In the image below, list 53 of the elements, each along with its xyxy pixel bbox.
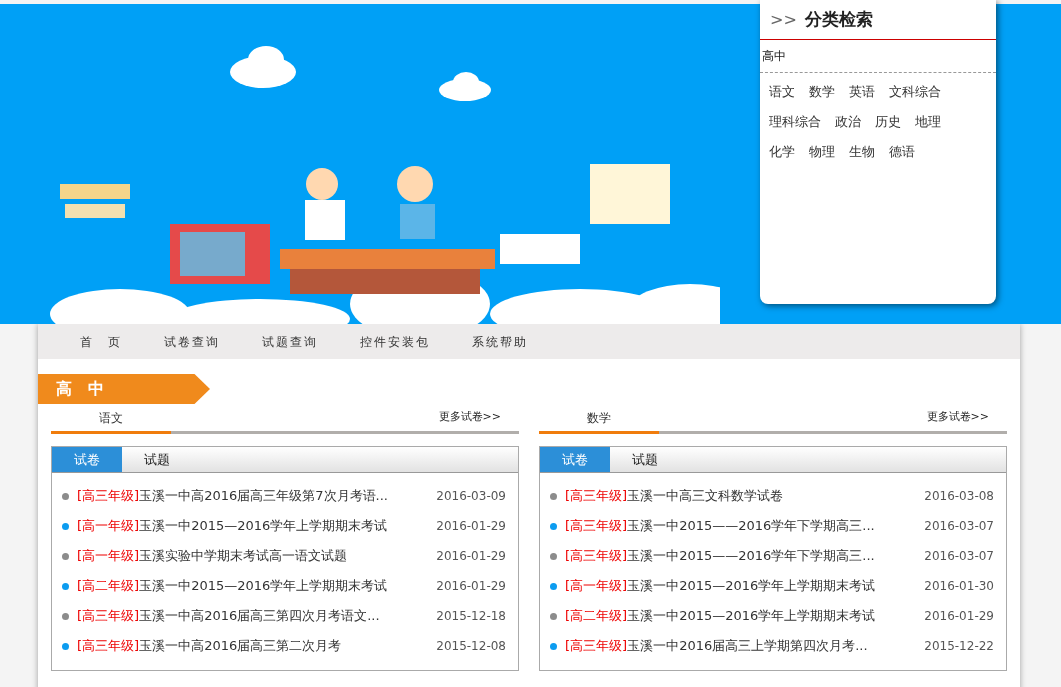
more-papers-link[interactable]: 更多试卷>> <box>438 408 519 431</box>
subject-link[interactable]: 英语 <box>849 77 875 107</box>
paper-date: 2016-03-07 <box>924 518 994 535</box>
subject-link[interactable]: 生物 <box>849 137 875 167</box>
paper-link[interactable]: [高二年级]玉溪一中2015—2016学年上学期期末考试 <box>565 606 925 626</box>
subject-link[interactable]: 德语 <box>889 137 915 167</box>
panel-title: 分类检索 <box>804 7 873 31</box>
paper-link[interactable]: [高三年级]玉溪一中高2016届高三年级第7次月考语... <box>77 486 437 506</box>
paper-date: 2016-01-29 <box>436 518 506 535</box>
paper-date: 2016-03-07 <box>924 548 994 565</box>
cloud-drawing <box>438 70 492 102</box>
paper-date: 2016-03-09 <box>436 488 506 505</box>
subject-link[interactable]: 地理 <box>915 107 941 137</box>
paper-link[interactable]: [高三年级]玉溪一中2016届高三上学期第四次月考... <box>565 636 925 656</box>
paper-link[interactable]: [高三年级]玉溪一中高2016届高三第四次月考语文... <box>77 606 437 626</box>
nav-link[interactable]: 试卷查询 <box>164 332 220 351</box>
subject-link[interactable]: 理科综合 <box>769 107 821 137</box>
list-tab[interactable]: 试题 <box>610 447 680 472</box>
paper-link[interactable]: [高二年级]玉溪一中2015—2016学年上学期期末考试 <box>77 576 437 596</box>
paper-link[interactable]: [高三年级]玉溪一中高三文科数学试卷 <box>565 486 925 506</box>
list-tab[interactable]: 试题 <box>122 447 192 472</box>
subject-tab[interactable]: 数学 <box>539 409 659 434</box>
nav-link[interactable]: 首 页 <box>80 332 122 351</box>
subject-tab[interactable]: 语文 <box>51 409 171 434</box>
paper-link[interactable]: [高三年级]玉溪一中2015——2016学年下学期高三... <box>565 516 925 536</box>
level-label: 高中 <box>762 48 786 65</box>
paper-date: 2016-01-29 <box>436 578 506 595</box>
paper-date: 2015-12-18 <box>436 608 506 625</box>
more-papers-link[interactable]: 更多试卷>> <box>926 408 1007 431</box>
cloud-drawing <box>228 44 298 89</box>
subject-link[interactable]: 语文 <box>769 77 795 107</box>
paper-link[interactable]: [高一年级]玉溪实验中学期末考试高一语文试题 <box>77 546 437 566</box>
subject-link[interactable]: 化学 <box>769 137 795 167</box>
paper-date: 2016-01-29 <box>924 608 994 625</box>
paper-link[interactable]: [高三年级]玉溪一中2015——2016学年下学期高三... <box>565 546 925 566</box>
subject-link[interactable]: 物理 <box>809 137 835 167</box>
nav-link[interactable]: 系统帮助 <box>472 332 528 351</box>
paper-date: 2016-03-08 <box>924 488 994 505</box>
nav-link[interactable]: 试题查询 <box>262 332 318 351</box>
subject-link[interactable]: 文科综合 <box>889 77 941 107</box>
subject-link[interactable]: 数学 <box>809 77 835 107</box>
subject-link[interactable]: 历史 <box>875 107 901 137</box>
nav-link[interactable]: 控件安装包 <box>360 332 430 351</box>
paper-date: 2015-12-08 <box>436 638 506 655</box>
paper-link[interactable]: [高一年级]玉溪一中2015—2016学年上学期期末考试 <box>565 576 925 596</box>
chevron-icon: >> <box>770 7 797 32</box>
section-banner: 高 中 <box>38 374 210 404</box>
subject-link[interactable]: 政治 <box>835 107 861 137</box>
paper-link[interactable]: [高三年级]玉溪一中高2016届高三第二次月考 <box>77 636 437 656</box>
paper-link[interactable]: [高一年级]玉溪一中2015—2016学年上学期期末考试 <box>77 516 437 536</box>
paper-date: 2016-01-29 <box>436 548 506 565</box>
paper-date: 2016-01-30 <box>924 578 994 595</box>
paper-date: 2015-12-22 <box>924 638 994 655</box>
